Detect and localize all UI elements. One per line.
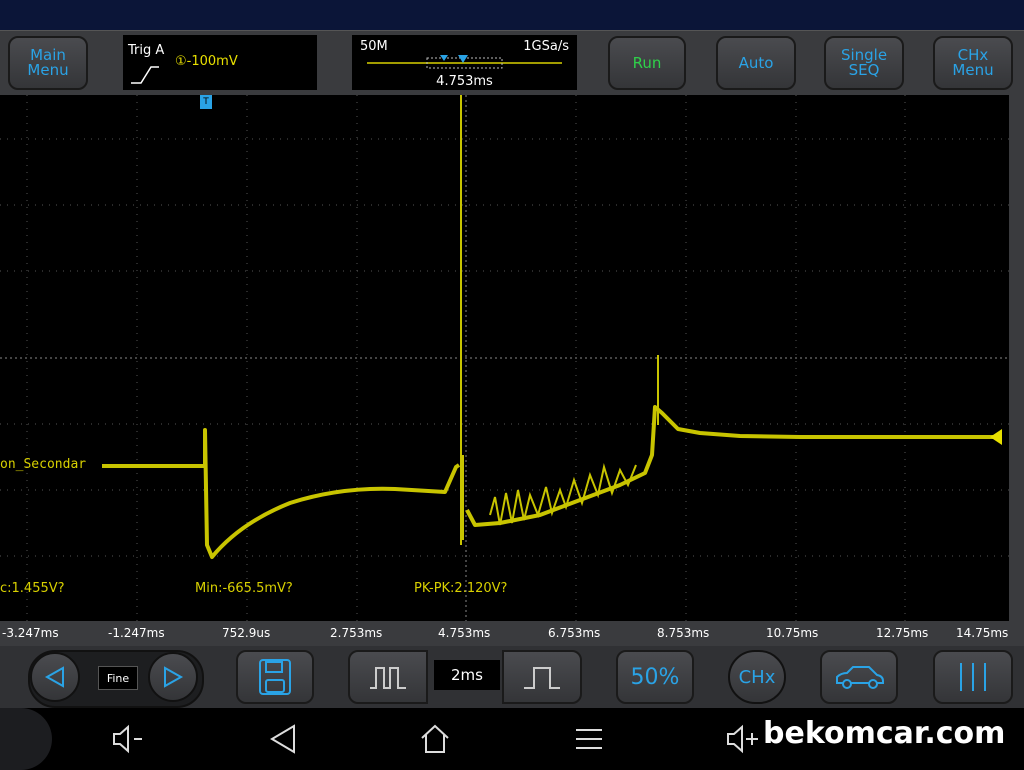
auto-button[interactable]: Auto: [716, 36, 796, 90]
timebase-position-slider[interactable]: [352, 53, 577, 73]
chx-label: CHx: [738, 666, 776, 688]
rising-edge-icon: [131, 66, 159, 84]
single-seq-label: Single SEQ: [840, 46, 888, 79]
vertical-bars-icon: [960, 663, 986, 691]
run-button[interactable]: Run: [608, 36, 686, 90]
time-axis: -3.247ms -1.247ms 752.9us 2.753ms 4.753m…: [0, 621, 1024, 646]
chx-menu-label: CHx Menu: [952, 46, 994, 79]
main-menu-button[interactable]: Main Menu: [8, 36, 88, 90]
cursor-menu-button[interactable]: [933, 650, 1013, 704]
auto-setup-car-button[interactable]: [820, 650, 898, 704]
watermark: bekomcar.com: [763, 716, 1006, 751]
time-tick: 10.75ms: [766, 626, 819, 640]
fifty-percent-label: 50%: [630, 664, 680, 690]
time-tick: 6.753ms: [548, 626, 601, 640]
shift-right-button[interactable]: [148, 652, 198, 702]
time-tick: 8.753ms: [657, 626, 710, 640]
single-seq-button[interactable]: Single SEQ: [824, 36, 904, 90]
fifty-percent-button[interactable]: 50%: [616, 650, 694, 704]
sample-rate: 1GSa/s: [523, 39, 569, 54]
chx-menu-button[interactable]: CHx Menu: [933, 36, 1013, 90]
timebase-decrease-button[interactable]: [348, 650, 428, 704]
time-per-div: 2ms: [434, 660, 500, 690]
home-icon[interactable]: [418, 722, 452, 756]
time-tick: 14.75ms: [956, 626, 1009, 640]
main-menu-label: Main Menu: [27, 46, 69, 79]
volume-down-icon[interactable]: [108, 722, 148, 756]
timebase-position: 4.753ms: [436, 74, 493, 89]
triangle-right-icon: [164, 666, 184, 688]
time-tick: 2.753ms: [330, 626, 383, 640]
time-tick: 752.9us: [222, 626, 271, 640]
right-rail: [1009, 95, 1024, 621]
menu-icon[interactable]: [572, 722, 606, 756]
measurement-min: Min:-665.5mV?: [195, 581, 293, 596]
channel-label: on_Secondar: [0, 457, 87, 472]
car-icon: [836, 666, 884, 689]
auto-label: Auto: [738, 53, 774, 72]
timebase-panel[interactable]: 50M 1GSa/s 4.753ms: [352, 35, 577, 90]
status-strip: [0, 0, 1024, 30]
graticule: [0, 95, 1009, 621]
time-tick: 12.75ms: [876, 626, 929, 640]
shift-left-button[interactable]: [30, 652, 80, 702]
step-mode-button[interactable]: Fine: [98, 666, 138, 690]
narrow-pulse-icon: [370, 667, 406, 689]
time-tick: -1.247ms: [108, 626, 165, 640]
measurement-max: c:1.455V?: [0, 581, 65, 596]
trigger-position-marker[interactable]: T: [200, 95, 212, 109]
save-button[interactable]: [236, 650, 314, 704]
run-label: Run: [632, 53, 662, 72]
memory-depth: 50M: [360, 39, 388, 54]
wide-pulse-icon: [524, 667, 560, 689]
time-tick: -3.247ms: [2, 626, 59, 640]
volume-up-icon[interactable]: [724, 722, 764, 756]
trigger-panel[interactable]: Trig A ①-100mV: [123, 35, 317, 90]
time-tick: 4.753ms: [438, 626, 491, 640]
triangle-left-icon: [44, 666, 64, 688]
trigger-title: Trig A: [128, 43, 165, 58]
trigger-marker-label: T: [203, 97, 209, 107]
waveform-display[interactable]: T on_Secondar c:1.455V? Min:-665.5mV? PK…: [0, 95, 1009, 621]
chx-button[interactable]: CHx: [728, 650, 786, 704]
back-icon[interactable]: [266, 722, 300, 756]
floppy-disk-icon: [259, 659, 291, 695]
measurement-pkpk: PK-PK:2.120V?: [414, 581, 508, 596]
trigger-level: ①-100mV: [175, 54, 238, 69]
timebase-increase-button[interactable]: [502, 650, 582, 704]
